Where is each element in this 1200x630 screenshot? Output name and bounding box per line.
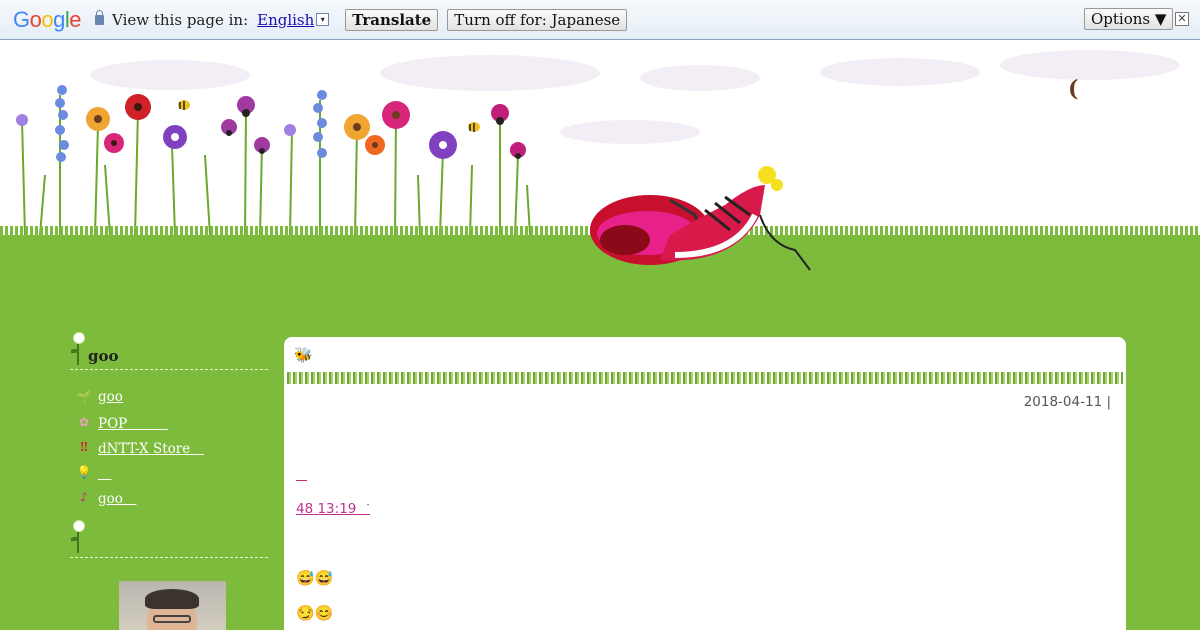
sneakers-illustration — [590, 166, 811, 271]
sprout-icon: 🌱 — [76, 389, 92, 404]
sidebar-link-item[interactable]: ‼ dNTT-X Store — [70, 434, 268, 459]
google-translate-bar: Google View this page in: English ▾ Tran… — [0, 0, 1200, 40]
sprout-flower-icon — [70, 521, 88, 553]
language-select[interactable]: English — [257, 11, 314, 29]
separator-dot: · — [366, 498, 371, 513]
link-store[interactable]: dNTT-X Store — [98, 437, 204, 457]
header-decoration-text: ( — [1068, 76, 1079, 102]
lock-icon — [95, 9, 105, 25]
options-button[interactable]: Options ▼ — [1084, 8, 1174, 30]
sidebar-link-item[interactable]: ♪ goo — [70, 484, 268, 509]
double-exclamation-icon: ‼ — [80, 439, 88, 454]
turn-off-button[interactable]: Turn off for: Japanese — [447, 8, 628, 31]
sidebar: goo 🌱 goo ✿ POP ‼ dNTT-X Store 💡 ♪ goo — [70, 333, 268, 630]
sidebar-link-item[interactable]: ✿ POP — [70, 409, 268, 434]
divider — [70, 557, 268, 558]
link-goo[interactable]: goo — [98, 389, 123, 405]
sidebar-heading-2 — [70, 521, 268, 553]
link-pop[interactable]: POP — [98, 412, 168, 432]
translate-button[interactable]: Translate — [345, 8, 439, 31]
blog-post-card: 🐝 2018-04-11 | 48 13:19 · 😅😅 😏😊 — [284, 337, 1126, 630]
bulb-icon: 💡 — [76, 464, 92, 479]
grass-divider — [287, 372, 1123, 384]
sprout-flower-icon — [70, 333, 88, 365]
post-date: 2018-04-11 | — [1023, 394, 1111, 410]
emoji-line: 😏😊 — [296, 604, 334, 622]
link-blank[interactable] — [98, 462, 112, 482]
link-goo-music[interactable]: goo — [98, 487, 136, 507]
sidebar-title: goo — [88, 347, 119, 365]
flower-icon: ✿ — [78, 414, 90, 429]
music-note-icon: ♪ — [80, 489, 88, 504]
dropdown-arrow-icon[interactable]: ▾ — [316, 13, 330, 26]
close-icon[interactable]: ✕ — [1175, 12, 1189, 26]
flower-meadow-illustration — [16, 85, 531, 236]
sidebar-heading: goo — [70, 333, 268, 365]
emoji-line: 😅😅 — [296, 569, 334, 587]
divider — [70, 369, 268, 370]
comment-timestamp-link[interactable]: 48 13:19 — [296, 497, 370, 517]
sidebar-link-item[interactable]: 💡 — [70, 459, 268, 484]
profile-photo[interactable] — [119, 581, 226, 630]
view-page-label: View this page in: — [112, 10, 249, 29]
google-logo: Google — [13, 6, 82, 32]
sidebar-link-item[interactable]: 🌱 goo — [70, 384, 268, 409]
sidebar-links: 🌱 goo ✿ POP ‼ dNTT-X Store 💡 ♪ goo — [70, 384, 268, 509]
bee-icon: 🐝 — [294, 346, 313, 364]
underline-mark[interactable] — [296, 480, 307, 481]
